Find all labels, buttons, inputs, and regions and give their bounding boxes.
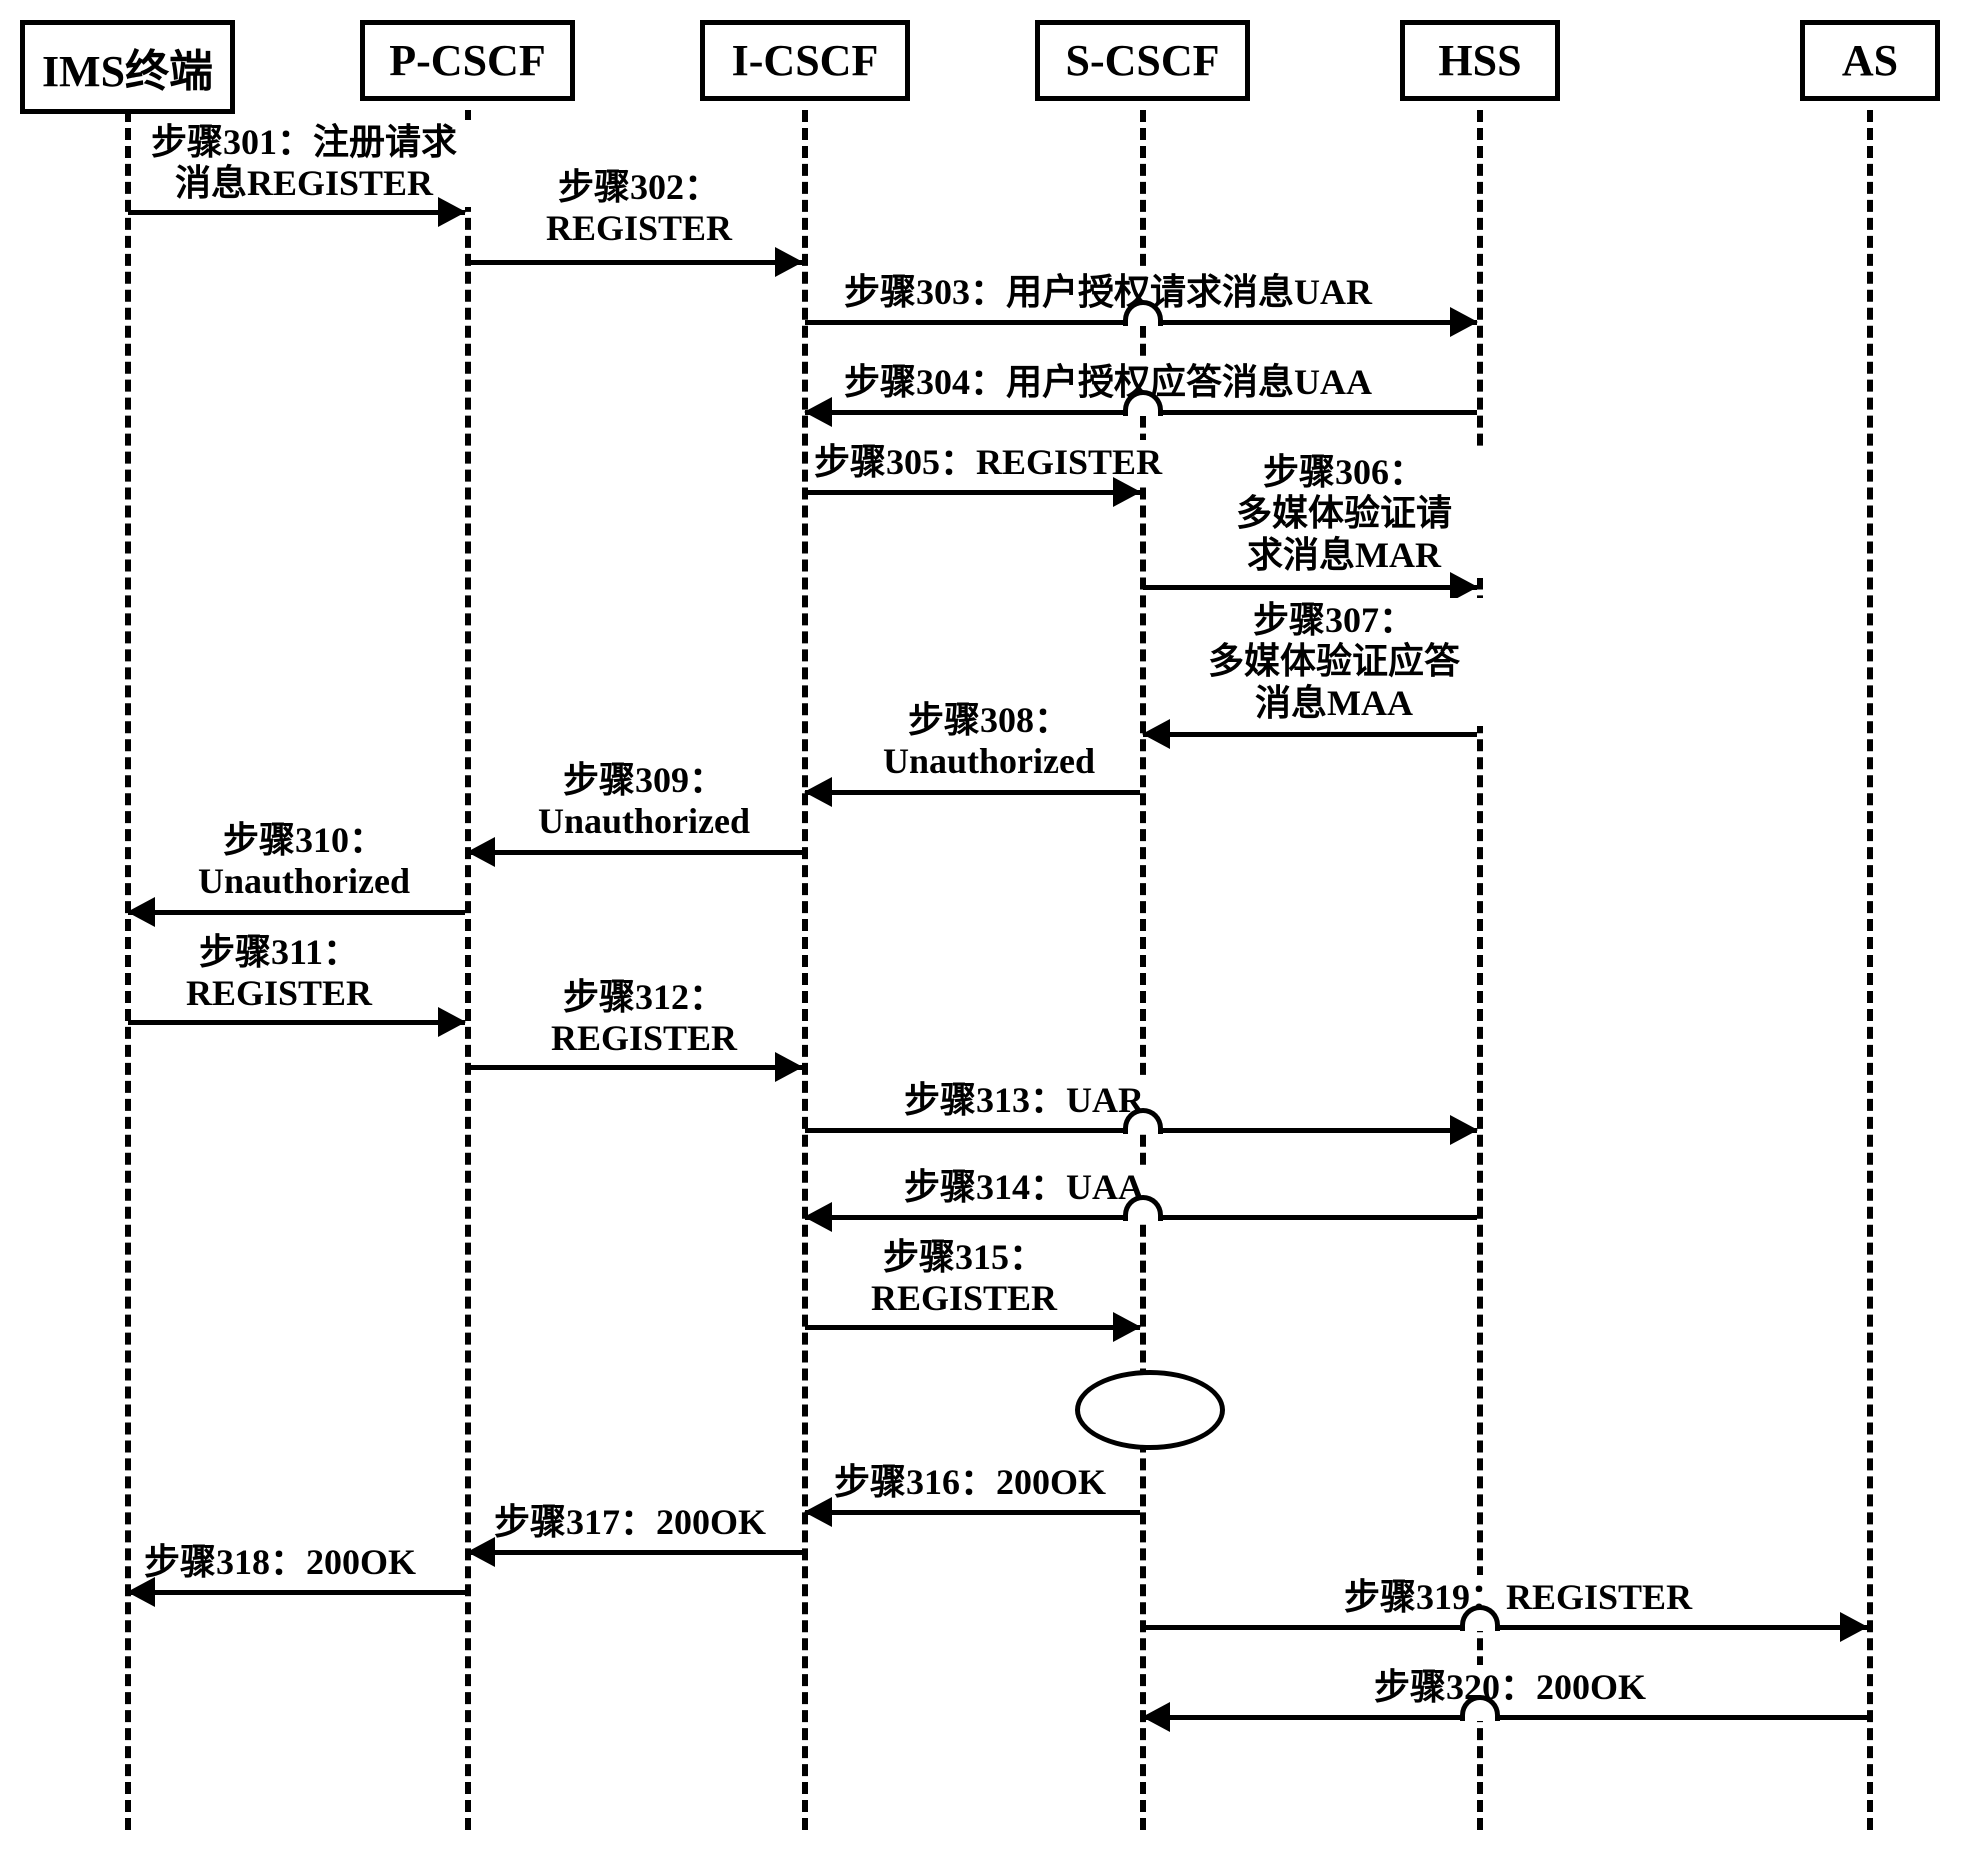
msg-label-313: 步骤313：UAR: [900, 1078, 1148, 1123]
msg-arrow-316: [805, 1510, 1140, 1515]
hop-314: [1123, 1195, 1163, 1221]
msg-label-311: 步骤311： REGISTER: [145, 930, 413, 1017]
msg-label-315: 步骤315： REGISTER: [830, 1235, 1098, 1322]
msg-label-319: 步骤319：REGISTER: [1340, 1575, 1696, 1620]
participant-ims: IMS终端: [20, 20, 235, 114]
msg-arrow-302: [468, 260, 802, 265]
lifeline-icscf: [802, 110, 808, 1830]
lifeline-as: [1867, 110, 1873, 1830]
msg-arrow-306: [1143, 585, 1477, 590]
msg-arrow-312: [468, 1065, 802, 1070]
lifeline-ims: [125, 110, 131, 1830]
participant-scscf: S-CSCF: [1035, 20, 1250, 101]
msg-label-303: 步骤303：用户授权请求消息UAR: [840, 270, 1376, 315]
hop-313: [1123, 1108, 1163, 1134]
sequence-diagram: IMS终端 P-CSCF I-CSCF S-CSCF HSS AS 步骤301：…: [0, 0, 1976, 1850]
msg-label-317: 步骤317：200OK: [490, 1500, 770, 1545]
msg-label-320: 步骤320：200OK: [1370, 1665, 1650, 1710]
msg-arrow-320: [1143, 1715, 1867, 1720]
participant-icscf: I-CSCF: [700, 20, 910, 101]
participant-hss: HSS: [1400, 20, 1560, 101]
lifeline-hss: [1477, 110, 1483, 1830]
participant-as: AS: [1800, 20, 1940, 101]
msg-arrow-308: [805, 790, 1140, 795]
msg-label-307: 步骤307： 多媒体验证应答 消息MAA: [1180, 598, 1488, 726]
msg-label-308: 步骤308： Unauthorized: [855, 698, 1123, 785]
participant-pcscf: P-CSCF: [360, 20, 575, 101]
msg-label-304: 步骤304：用户授权应答消息UAA: [840, 360, 1376, 405]
msg-label-318: 步骤318：200OK: [140, 1540, 420, 1585]
msg-label-309: 步骤309： Unauthorized: [510, 758, 778, 845]
msg-label-301: 步骤301：注册请求 消息REGISTER: [135, 120, 473, 207]
msg-arrow-301: [128, 210, 465, 215]
msg-arrow-310: [128, 910, 465, 915]
msg-arrow-311: [128, 1020, 465, 1025]
msg-arrow-319: [1143, 1625, 1867, 1630]
lifeline-pcscf: [465, 110, 471, 1830]
msg-label-316: 步骤316：200OK: [830, 1460, 1110, 1505]
msg-label-310: 步骤310： Unauthorized: [170, 818, 438, 905]
msg-label-312: 步骤312： REGISTER: [510, 975, 778, 1062]
msg-arrow-318: [128, 1590, 465, 1595]
msg-label-302: 步骤302： REGISTER: [510, 165, 768, 252]
msg-arrow-307: [1143, 732, 1477, 737]
msg-arrow-317: [468, 1550, 802, 1555]
msg-arrow-309: [468, 850, 802, 855]
processing-ellipse: [1075, 1370, 1225, 1450]
msg-arrow-305: [805, 490, 1140, 495]
msg-arrow-315: [805, 1325, 1140, 1330]
msg-label-306: 步骤306： 多媒体验证请 求消息MAR: [1200, 450, 1488, 578]
msg-label-314: 步骤314：UAA: [900, 1165, 1148, 1210]
